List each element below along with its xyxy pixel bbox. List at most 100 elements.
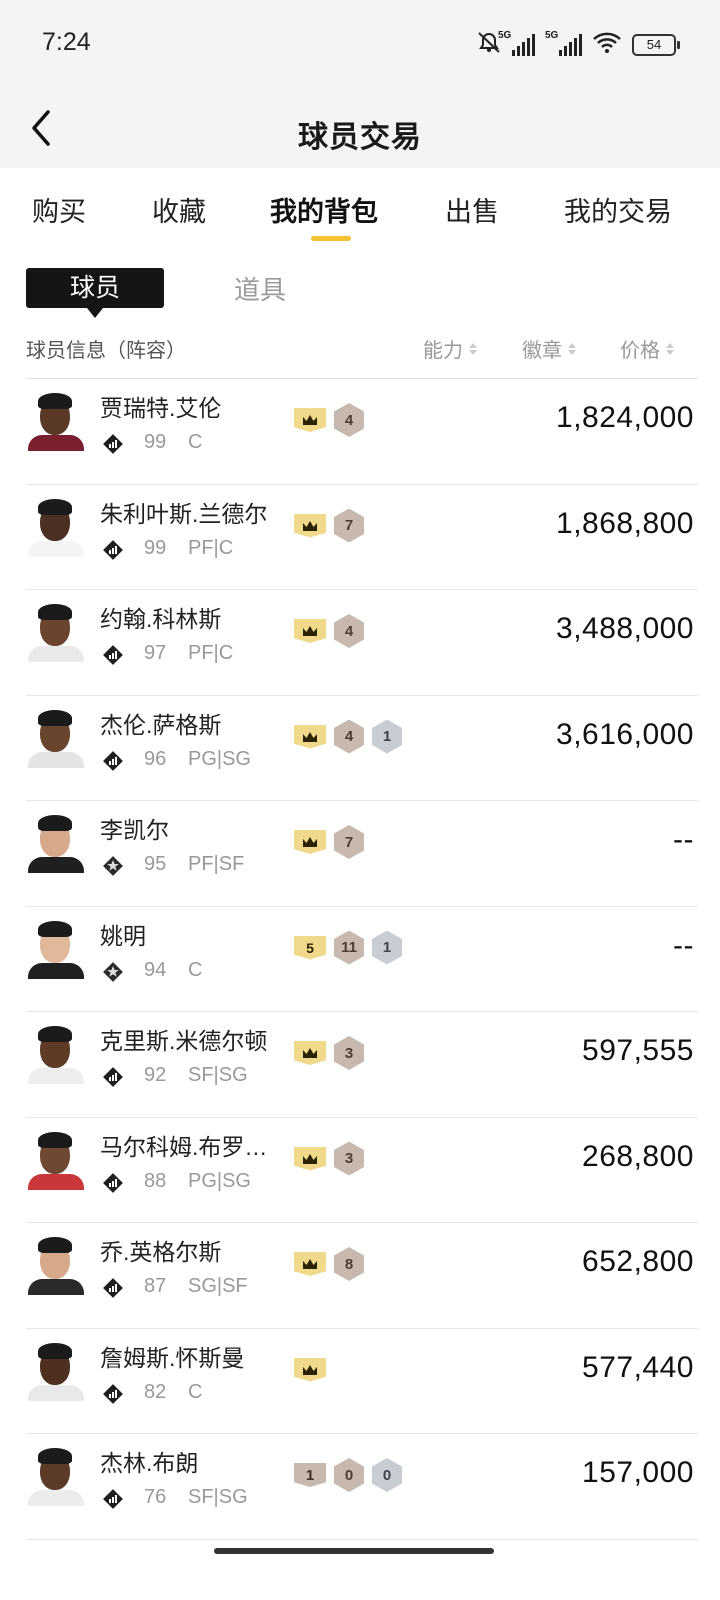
list-item[interactable]: 约翰.科林斯 97 PF|C 4 3,488,000: [26, 590, 698, 696]
tab-my-trades[interactable]: 我的交易: [564, 190, 672, 229]
player-avatar: [26, 391, 86, 451]
player-price: 268,800: [582, 1139, 694, 1173]
battery-icon: 54: [632, 33, 680, 56]
player-rating: 82: [144, 1380, 167, 1403]
bronze-badge: 7: [334, 508, 364, 543]
crown-icon: [294, 1252, 326, 1276]
player-price: 1,824,000: [556, 401, 694, 434]
tab-buy[interactable]: 购买: [32, 190, 86, 229]
list-item[interactable]: 朱利叶斯.兰德尔 99 PF|C 7 1,868,800: [26, 485, 698, 590]
wifi-icon: [592, 30, 622, 59]
tab-sell[interactable]: 出售: [445, 190, 499, 229]
subtab-players[interactable]: 球员: [26, 268, 164, 318]
badge-group: 4: [294, 403, 364, 437]
list-item[interactable]: 杰林.布朗 76 SF|SG 100 157,000: [26, 1434, 698, 1540]
player-name: 约翰.科林斯: [100, 606, 222, 632]
player-position: PF|C: [188, 642, 234, 664]
active-tab-indicator: [311, 236, 351, 241]
player-position: C: [188, 1380, 203, 1403]
player-rating: 99: [144, 431, 167, 453]
bronze-badge: 4: [334, 719, 364, 754]
player-position: C: [188, 431, 203, 453]
bronze-badge: 7: [334, 825, 364, 859]
player-avatar: [26, 708, 86, 768]
badge-group: 3: [294, 1036, 364, 1070]
player-name: 李凯尔: [100, 817, 169, 843]
list-item[interactable]: 克里斯.米德尔顿 92 SF|SG 3 597,555: [26, 1012, 698, 1118]
player-rating: 95: [144, 853, 167, 875]
badge-group: 5 11 1: [294, 930, 402, 965]
crown-icon: [294, 724, 326, 749]
tab-favorites[interactable]: 收藏: [152, 190, 206, 229]
list-item[interactable]: 杰伦.萨格斯 96 PG|SG 41 3,616,000: [26, 696, 698, 801]
bronze-badge: 4: [334, 614, 364, 648]
tab-my-backpack[interactable]: 我的背包: [270, 190, 378, 229]
main-tabs: 购买 收藏 我的背包 出售 我的交易: [0, 168, 720, 248]
sort-icon: [666, 342, 674, 355]
list-item[interactable]: 贾瑞特.艾伦 99 C 4 1,824,000: [26, 379, 698, 485]
list-item[interactable]: 姚明 94 C 5 11 1 --: [26, 907, 698, 1012]
player-avatar: [26, 497, 86, 557]
sort-icon: [469, 342, 477, 355]
subtab-items[interactable]: 道具: [234, 270, 286, 307]
sort-icon: [568, 342, 576, 355]
list-item[interactable]: 詹姆斯.怀斯曼 82 C 577,440: [26, 1329, 698, 1434]
tier-icon: [102, 855, 124, 877]
silver-badge: 1: [372, 930, 402, 965]
player-name: 马尔科姆.布罗格登: [100, 1133, 282, 1160]
list-item[interactable]: 李凯尔 95 PF|SF 7 --: [26, 801, 698, 907]
tier-icon: [102, 961, 124, 983]
player-name: 贾瑞特.艾伦: [100, 395, 222, 421]
sort-price-button[interactable]: 价格: [620, 334, 674, 363]
badge-group: 7: [294, 825, 364, 859]
player-price: 3,488,000: [556, 612, 694, 645]
player-price: 3,616,000: [556, 717, 694, 751]
player-name: 乔.英格尔斯: [100, 1239, 222, 1265]
player-avatar: [26, 813, 86, 873]
player-price: 157,000: [582, 1456, 694, 1489]
bronze-badge: 3: [334, 1036, 364, 1070]
tier-icon: [102, 1383, 124, 1405]
player-position: SF|SG: [188, 1486, 248, 1508]
player-avatar: [26, 1446, 86, 1506]
tier-icon: [102, 433, 124, 455]
player-avatar: [26, 1341, 86, 1401]
player-name: 杰伦.萨格斯: [100, 711, 222, 738]
crown-icon: [294, 1357, 326, 1382]
player-name: 杰林.布朗: [100, 1450, 199, 1476]
crown-icon: [294, 1041, 326, 1065]
badge-group: [294, 1355, 326, 1385]
cell-signal-2-icon: 5G: [545, 30, 582, 56]
silver-badge: 0: [372, 1458, 402, 1492]
player-list: 贾瑞特.艾伦 99 C 4 1,824,000 朱利叶斯.兰德尔 99 PF|C…: [0, 379, 720, 1540]
top-bar: 7:24 5G 5G 54 球员交易: [0, 0, 720, 168]
player-price: 597,555: [582, 1034, 694, 1067]
crown-icon: [294, 830, 326, 854]
player-avatar: [26, 602, 86, 662]
player-position: PF|SF: [188, 853, 245, 875]
player-position: SF|SG: [188, 1064, 248, 1086]
home-indicator[interactable]: [214, 1548, 494, 1554]
column-badge-label: 徽章: [522, 340, 562, 362]
status-icons: 5G 5G 54: [476, 30, 680, 59]
player-position: PG|SG: [188, 747, 251, 770]
crown-icon: [294, 408, 326, 432]
player-price: 577,440: [582, 1350, 694, 1384]
rank-badge: 1: [294, 1463, 326, 1487]
player-position: PF|C: [188, 536, 234, 559]
tier-icon: [102, 539, 124, 561]
sort-badge-button[interactable]: 徽章: [522, 334, 576, 363]
list-item[interactable]: 马尔科姆.布罗格登 88 PG|SG 3 268,800: [26, 1118, 698, 1223]
player-rating: 92: [144, 1064, 167, 1086]
tier-icon: [102, 1488, 124, 1510]
badge-group: 100: [294, 1458, 402, 1492]
page-title: 球员交易: [298, 121, 422, 154]
player-rating: 94: [144, 958, 167, 981]
sort-ability-button[interactable]: 能力: [423, 334, 477, 363]
column-player-info: 球员信息（阵容）: [26, 340, 186, 362]
tier-icon: [102, 1277, 124, 1299]
bronze-badge: 3: [334, 1141, 364, 1176]
player-position: SG|SF: [188, 1275, 248, 1297]
list-item[interactable]: 乔.英格尔斯 87 SG|SF 8 652,800: [26, 1223, 698, 1329]
bronze-badge: 11: [334, 930, 364, 965]
